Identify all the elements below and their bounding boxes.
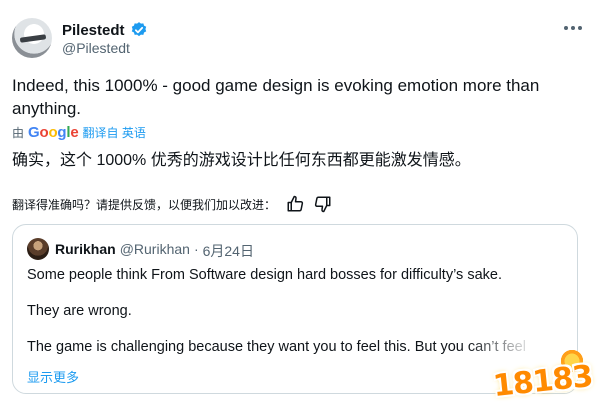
translated-text: 确实，这个 1000% 优秀的游戏设计比任何东西都更能激发情感。 [12,152,471,169]
quoted-date[interactable]: 6月24日 [203,241,254,261]
feedback-prompt: 翻译得准确吗？请提供反馈，以便我们加以改进： [12,197,277,212]
translation-attribution: 由 Google 翻译自 英语 [12,124,146,141]
more-dots-icon[interactable] [560,18,586,38]
watermark-text: 18183 [491,358,594,405]
thumbs-down-icon[interactable] [314,195,332,213]
verified-badge-icon [130,21,148,39]
author-name[interactable]: Pilestedt [62,22,125,39]
quoted-author-handle[interactable]: @Rurikhan [120,241,190,261]
author-handle[interactable]: @Pilestedt [62,40,130,56]
translator-prefix: 由 [12,126,25,140]
tweet-text: Indeed, this 1000% - good game design is… [12,76,540,118]
quoted-tweet-header: Rurikhan @Rurikhan · 6月24日 [55,241,254,261]
thumbs-up-icon[interactable] [286,195,304,213]
quoted-author-name[interactable]: Rurikhan [55,241,116,261]
quoted-line: Some people think From Software design h… [27,267,502,283]
author-avatar[interactable] [12,18,52,58]
quoted-line: They are wrong. [27,303,132,319]
author-name-row[interactable]: Pilestedt [62,21,148,39]
site-watermark-logo: 18183 [489,348,594,406]
translate-from-link[interactable]: 翻译自 英语 [83,124,146,141]
quoted-author-avatar[interactable] [27,238,49,260]
translation-feedback-row: 翻译得准确吗？请提供反馈，以便我们加以改进： [12,195,332,213]
quoted-separator: · [193,241,199,257]
show-more-link[interactable]: 显示更多 [27,367,79,386]
google-logo: Google [28,124,79,141]
